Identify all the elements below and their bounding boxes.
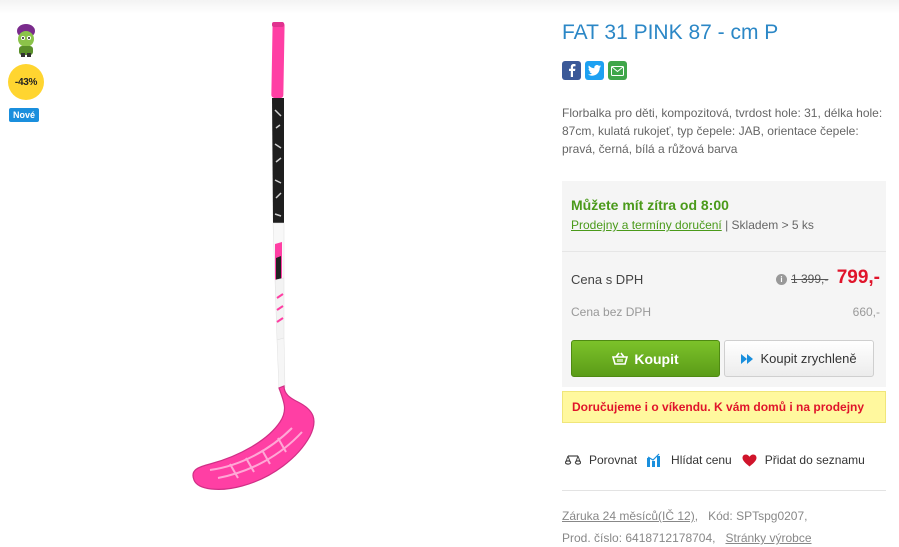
product-image[interactable] xyxy=(180,18,340,498)
watch-price-label: Hlídat cenu xyxy=(671,453,732,467)
quick-buy-label: Koupit zrychleně xyxy=(760,351,857,366)
price-novat-value: 660,- xyxy=(852,305,880,319)
top-shade xyxy=(0,0,899,14)
share-buttons xyxy=(562,61,627,80)
meta-line-1: Záruka 24 měsíců(IČ 12), Kód: SPTspg0207… xyxy=(562,509,808,523)
current-price: 799,- xyxy=(836,267,880,288)
product-code: SPTspg0207 xyxy=(736,509,805,523)
stores-link[interactable]: Prodejny a termíny doručení xyxy=(571,218,722,232)
availability-line: Prodejny a termíny doručení | Skladem > … xyxy=(571,218,876,232)
product-number: 6418712178704 xyxy=(625,531,713,545)
chart-icon xyxy=(647,453,661,467)
wishlist-action[interactable]: Přidat do seznamu xyxy=(742,453,865,467)
availability-box: Můžete mít zítra od 8:00 Prodejny a term… xyxy=(562,181,886,251)
separator: | xyxy=(721,218,732,232)
quick-buy-button[interactable]: Koupit zrychleně xyxy=(724,340,874,377)
delivery-title: Můžete mít zítra od 8:00 xyxy=(571,197,729,213)
product-title: FAT 31 PINK 87 - cm P xyxy=(562,21,779,44)
buy-button[interactable]: Koupit xyxy=(571,340,720,377)
stock-status: Skladem > 5 ks xyxy=(731,218,814,232)
twitter-icon[interactable] xyxy=(585,61,604,80)
warranty-link[interactable]: Záruka 24 měsíců(IČ 12) xyxy=(562,509,695,523)
new-badge: Nové xyxy=(9,108,40,122)
meta-line-2: Prod. číslo: 6418712178704, Stránky výro… xyxy=(562,531,812,545)
compare-action[interactable]: Porovnat xyxy=(565,453,637,467)
price-box: Cena s DPH i 1 399,- 799,- Cena bez DPH … xyxy=(562,251,886,387)
watch-price-action[interactable]: Hlídat cenu xyxy=(647,453,732,467)
product-number-label: Prod. číslo: xyxy=(562,531,623,545)
basket-icon xyxy=(612,352,629,365)
divider xyxy=(562,490,886,491)
discount-badge: -43% xyxy=(8,64,44,100)
product-description: Florbalka pro děti, kompozitová, tvrdost… xyxy=(562,106,883,156)
manufacturer-link[interactable]: Stránky výrobce xyxy=(725,531,811,545)
product-actions: Porovnat Hlídat cenu Přidat do seznamu xyxy=(565,453,875,467)
facebook-icon[interactable] xyxy=(562,61,581,80)
fast-forward-icon xyxy=(741,353,754,364)
compare-icon xyxy=(565,455,581,465)
code-label: Kód: xyxy=(708,509,733,523)
compare-label: Porovnat xyxy=(589,453,638,467)
email-icon[interactable] xyxy=(608,61,627,80)
buy-label: Koupit xyxy=(634,350,679,367)
wishlist-label: Přidat do seznamu xyxy=(764,453,865,467)
mascot-icon xyxy=(9,22,43,58)
old-price: 1 399,- xyxy=(791,272,829,286)
weekend-delivery-notice: Doručujeme i o víkendu. K vám domů i na … xyxy=(562,391,886,423)
price-vat-label: Cena s DPH xyxy=(571,272,644,287)
info-icon[interactable]: i xyxy=(776,274,787,285)
price-novat-label: Cena bez DPH xyxy=(571,305,652,319)
heart-icon xyxy=(742,454,757,466)
